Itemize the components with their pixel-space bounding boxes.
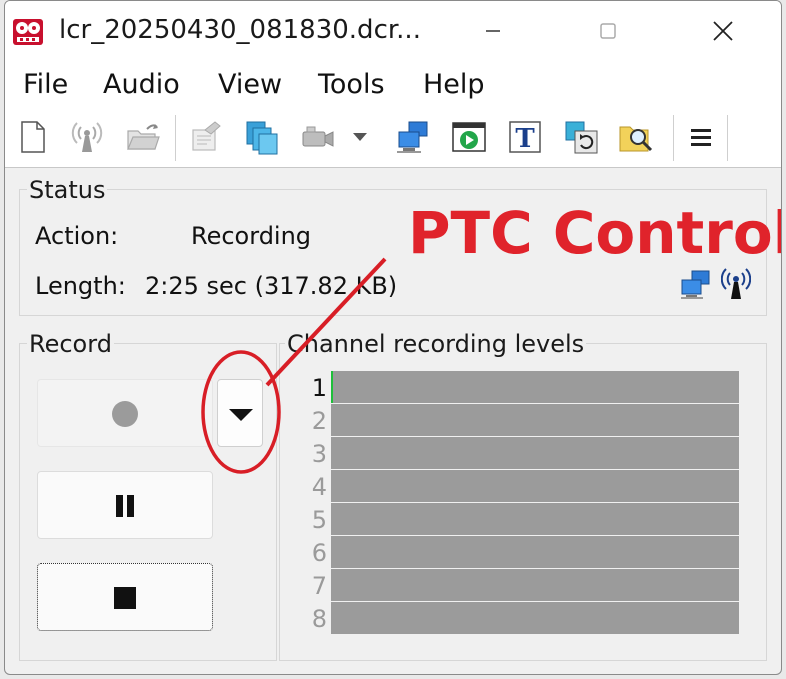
annotation-overlay xyxy=(201,257,387,474)
annotation-circle xyxy=(201,350,281,474)
annotation-arrow xyxy=(265,257,387,387)
app-window: lcr_20250430_081830.dcr... File Audio Vi… xyxy=(4,0,782,675)
